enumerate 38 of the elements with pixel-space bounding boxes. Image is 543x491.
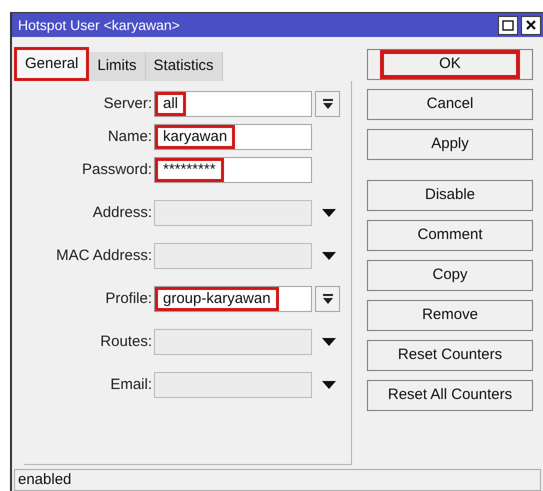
dialog-button[interactable]: Comment: [367, 220, 533, 251]
field-label: Address:: [92, 202, 153, 223]
tab[interactable]: Statistics: [146, 52, 223, 81]
tab[interactable]: Limits: [89, 52, 146, 81]
dialog-button[interactable]: Remove: [367, 300, 533, 331]
input-field[interactable]: *********: [154, 157, 312, 183]
dropdown-arrow-icon[interactable]: [322, 338, 336, 346]
tab[interactable]: General: [14, 47, 90, 81]
dialog-button[interactable]: OK: [367, 49, 533, 80]
dialog-button[interactable]: Copy: [367, 260, 533, 291]
dropdown-arrow-icon[interactable]: [322, 209, 336, 217]
dropdown-arrow-icon[interactable]: [322, 381, 336, 389]
maximize-icon: [502, 20, 514, 30]
field-label: Routes:: [99, 332, 153, 352]
dialog-button[interactable]: Disable: [367, 180, 533, 211]
close-button[interactable]: [521, 16, 541, 34]
input-field[interactable]: all: [154, 91, 312, 117]
field-label: Email:: [109, 374, 153, 395]
close-icon: [526, 20, 536, 30]
dropdown-arrow-icon: [322, 293, 332, 305]
dialog-button[interactable]: Reset All Counters: [367, 380, 533, 411]
dropdown-arrow-icon: [322, 98, 332, 110]
dropdown-arrow-icon[interactable]: [322, 252, 336, 260]
field-label: Password:: [80, 160, 153, 180]
input-field[interactable]: group-karyawan: [154, 286, 312, 312]
dialog-button[interactable]: Reset Counters: [367, 340, 533, 371]
dialog-button[interactable]: Apply: [367, 129, 533, 160]
field-label: MAC Address:: [55, 246, 153, 266]
field-label: Profile:: [104, 288, 153, 309]
field-label: Name:: [106, 126, 153, 147]
status-text: enabled: [18, 470, 72, 490]
maximize-button[interactable]: [498, 16, 518, 34]
field-label: Server:: [102, 94, 153, 114]
dropdown-button[interactable]: [315, 91, 340, 117]
dropdown-button[interactable]: [315, 286, 340, 312]
window-title: Hotspot User <karyawan>: [18, 16, 180, 35]
input-field[interactable]: karyawan: [154, 124, 312, 150]
dialog-button[interactable]: Cancel: [367, 89, 533, 120]
